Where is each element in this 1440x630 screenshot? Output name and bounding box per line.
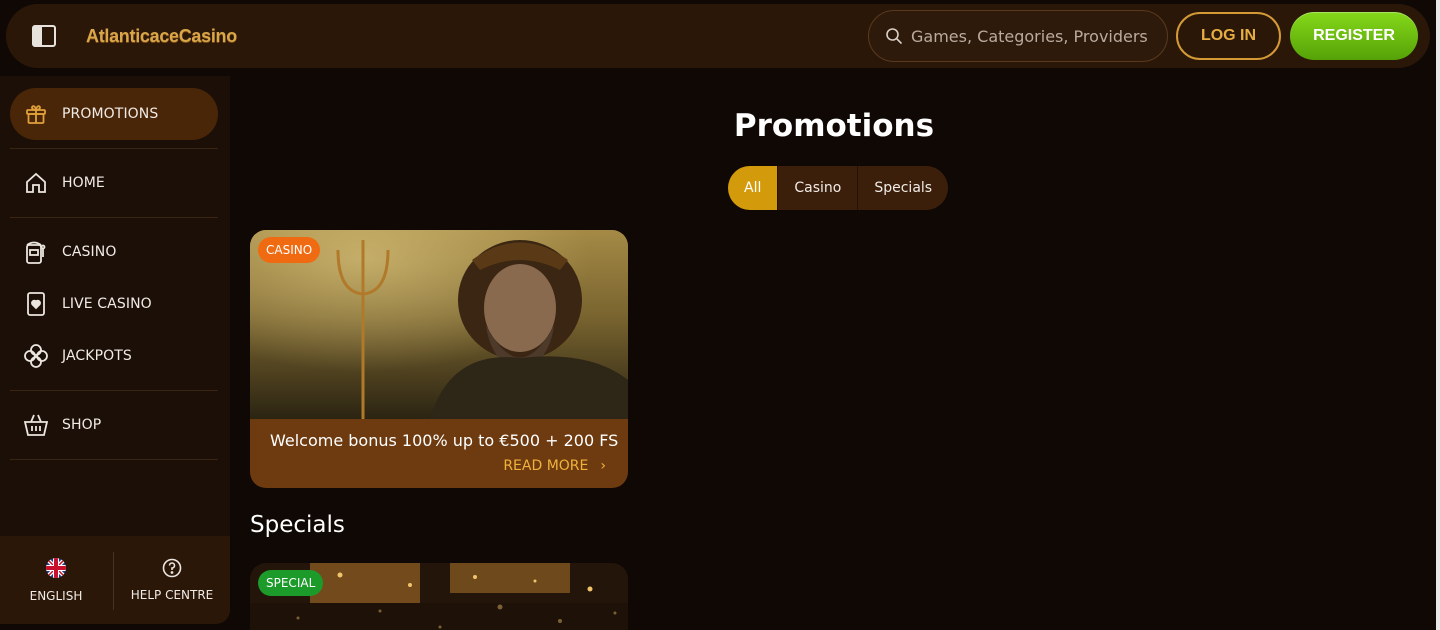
read-more-link[interactable]: READ MORE › bbox=[503, 458, 606, 474]
filter-tab-specials[interactable]: Specials bbox=[857, 166, 948, 210]
top-header: AtlanticaceCasino LOG IN REGISTER bbox=[6, 4, 1430, 68]
language-selector[interactable]: ENGLISH bbox=[0, 536, 112, 624]
section-title-specials: Specials bbox=[250, 512, 345, 538]
sidebar-item-label: CASINO bbox=[62, 244, 117, 260]
chevron-right-icon: › bbox=[600, 458, 606, 474]
sidebar-item-label: SHOP bbox=[62, 417, 102, 433]
language-label: ENGLISH bbox=[29, 589, 83, 603]
read-more-label: READ MORE bbox=[503, 458, 589, 474]
gift-icon bbox=[23, 101, 49, 127]
sidebar-toggle-icon[interactable] bbox=[32, 25, 56, 47]
category-badge: CASINO bbox=[258, 237, 321, 263]
divider bbox=[10, 217, 218, 218]
window-edge bbox=[1436, 0, 1440, 630]
help-icon bbox=[162, 558, 182, 578]
sidebar-item-live-casino[interactable]: LIVE CASINO bbox=[10, 278, 218, 330]
home-icon bbox=[23, 170, 49, 196]
search-input[interactable] bbox=[911, 26, 1151, 46]
promo-card[interactable]: CASINO Welcome bonus 100% up to €500 + 2… bbox=[250, 230, 628, 488]
special-badge: SPECIAL bbox=[258, 570, 324, 596]
sidebar-item-label: HOME bbox=[62, 175, 105, 191]
divider bbox=[10, 459, 218, 460]
sidebar-footer: ENGLISH HELP CENTRE bbox=[0, 536, 230, 624]
sidebar-item-label: LIVE CASINO bbox=[62, 296, 152, 312]
filter-tab-all[interactable]: All bbox=[728, 166, 778, 210]
help-label: HELP CENTRE bbox=[130, 588, 214, 602]
clover-icon bbox=[23, 343, 49, 369]
uk-flag-icon bbox=[46, 558, 66, 578]
sidebar: PROMOTIONS HOME CASINO LIVE CASINO JACKP… bbox=[0, 76, 230, 624]
sidebar-item-casino[interactable]: CASINO bbox=[10, 226, 218, 278]
page-title: Promotions bbox=[733, 108, 935, 144]
divider bbox=[10, 148, 218, 149]
slot-machine-icon bbox=[23, 239, 49, 265]
filter-tab-casino[interactable]: Casino bbox=[777, 166, 857, 210]
sidebar-item-home[interactable]: HOME bbox=[10, 157, 218, 209]
sidebar-item-promotions[interactable]: PROMOTIONS bbox=[10, 88, 218, 140]
basket-icon bbox=[23, 412, 49, 438]
search-box[interactable] bbox=[868, 10, 1168, 62]
divider bbox=[10, 390, 218, 391]
register-button[interactable]: REGISTER bbox=[1290, 12, 1418, 60]
sidebar-item-jackpots[interactable]: JACKPOTS bbox=[10, 330, 218, 382]
casino-logo[interactable]: AtlanticaceCasino bbox=[86, 26, 237, 47]
promo-title: Welcome bonus 100% up to €500 + 200 FS bbox=[270, 431, 619, 450]
sidebar-item-label: JACKPOTS bbox=[62, 348, 132, 364]
playing-card-icon bbox=[23, 291, 49, 317]
sidebar-item-label: PROMOTIONS bbox=[62, 106, 159, 122]
promo-filter-tabs: All Casino Specials bbox=[728, 166, 949, 210]
special-promo-card[interactable]: SPECIAL bbox=[250, 563, 628, 630]
help-centre-link[interactable]: HELP CENTRE bbox=[114, 536, 230, 624]
login-button[interactable]: LOG IN bbox=[1176, 12, 1281, 60]
sidebar-item-shop[interactable]: SHOP bbox=[10, 399, 218, 451]
search-icon bbox=[886, 28, 902, 44]
